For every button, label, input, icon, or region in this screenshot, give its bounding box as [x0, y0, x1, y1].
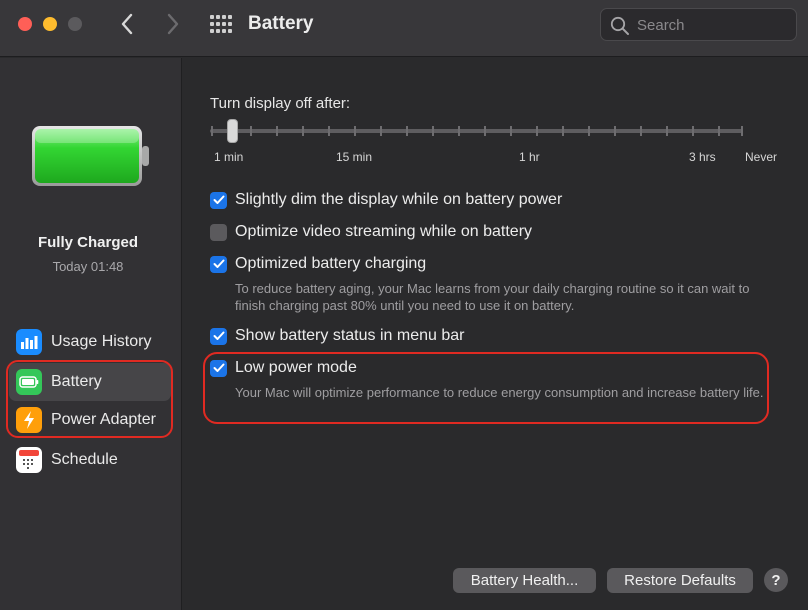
sidebar-item-usage-history[interactable]: Usage History	[9, 323, 171, 361]
option-optimize-video[interactable]: Optimize video streaming while on batter…	[210, 223, 532, 241]
back-button[interactable]	[116, 10, 138, 38]
forward-button[interactable]	[162, 10, 184, 38]
title-bar: Battery	[0, 0, 808, 57]
sidebar-item-schedule[interactable]: Schedule	[9, 441, 171, 479]
checkmark-icon	[213, 195, 224, 204]
window-title: Battery	[248, 13, 314, 34]
slider-tick	[536, 126, 538, 136]
display-off-slider-thumb[interactable]	[227, 119, 238, 143]
battery-status-title: Fully Charged	[37, 234, 138, 251]
bar-chart-icon	[16, 329, 42, 355]
show-all-grid-icon[interactable]	[210, 15, 232, 33]
checkmark-icon	[213, 331, 224, 340]
checkmark-icon	[213, 363, 224, 372]
sidebar-item-label: Schedule	[51, 451, 118, 468]
slider-label-1-min: 1 min	[214, 150, 244, 164]
calendar-icon	[16, 447, 42, 473]
slider-tick	[432, 126, 434, 136]
slider-tick	[692, 126, 694, 136]
option-low-power-mode[interactable]: Low power mode	[210, 359, 357, 377]
option-label: Optimized battery charging	[235, 255, 427, 272]
slider-tick	[328, 126, 330, 136]
checkbox-checked[interactable]	[210, 191, 227, 209]
slider-tick	[276, 126, 278, 136]
slider-tick	[614, 126, 616, 136]
display-off-slider[interactable]	[210, 129, 743, 133]
option-label: Optimize video streaming while on batter…	[235, 223, 533, 240]
close-window-button[interactable]	[18, 17, 32, 31]
slider-label-never: Never	[745, 150, 778, 164]
slider-tick	[458, 126, 460, 136]
battery-health-button[interactable]: Battery Health...	[453, 568, 596, 593]
checkbox-checked[interactable]	[210, 327, 227, 345]
option-dim-display[interactable]: Slightly dim the display while on batter…	[210, 191, 562, 209]
option-description: To reduce battery aging, your Mac learns…	[235, 281, 750, 313]
checkbox-unchecked[interactable]	[210, 223, 227, 241]
chevron-right-icon	[167, 13, 179, 35]
main-panel: Turn display off after: 1 min 15 min 1 h…	[183, 58, 808, 610]
slider-tick	[250, 126, 252, 136]
slider-tick	[562, 126, 564, 136]
option-label: Slightly dim the display while on batter…	[235, 191, 563, 208]
option-label: Show battery status in menu bar	[235, 327, 465, 344]
option-description: Your Mac will optimize performance to re…	[235, 385, 764, 400]
slider-label-3-hrs: 3 hrs	[689, 150, 716, 164]
zoom-window-button[interactable]	[68, 17, 82, 31]
slider-tick	[588, 126, 590, 136]
restore-defaults-button[interactable]: Restore Defaults	[607, 568, 753, 593]
help-button[interactable]: ?	[764, 568, 788, 592]
minimize-window-button[interactable]	[43, 17, 57, 31]
checkmark-icon	[213, 259, 224, 268]
slider-tick	[354, 126, 356, 136]
slider-label-1-hr: 1 hr	[519, 150, 540, 164]
checkbox-checked[interactable]	[210, 255, 227, 273]
checkbox-checked[interactable]	[210, 359, 227, 377]
chevron-left-icon	[121, 13, 133, 35]
sidebar: Fully Charged Today 01:48 Usage History …	[0, 58, 182, 610]
search-icon	[610, 16, 629, 35]
display-off-label: Turn display off after:	[210, 95, 351, 112]
search-input[interactable]	[637, 14, 787, 36]
search-field[interactable]	[600, 8, 797, 41]
slider-tick	[741, 126, 743, 136]
option-label: Low power mode	[235, 359, 357, 376]
sidebar-item-label: Usage History	[51, 333, 152, 350]
slider-label-15-min: 15 min	[336, 150, 373, 164]
option-optimized-charging[interactable]: Optimized battery charging	[210, 255, 426, 273]
option-show-status-menu-bar[interactable]: Show battery status in menu bar	[210, 327, 464, 345]
slider-tick	[406, 126, 408, 136]
slider-tick	[640, 126, 642, 136]
slider-tick	[718, 126, 720, 136]
slider-tick	[211, 126, 213, 136]
slider-tick	[666, 126, 668, 136]
battery-status-time: Today 01:48	[52, 259, 124, 274]
slider-tick	[484, 126, 486, 136]
slider-tick	[510, 126, 512, 136]
slider-tick	[380, 126, 382, 136]
battery-status-icon	[32, 126, 149, 186]
highlight-annotation-sidebar	[6, 360, 173, 438]
slider-tick	[302, 126, 304, 136]
